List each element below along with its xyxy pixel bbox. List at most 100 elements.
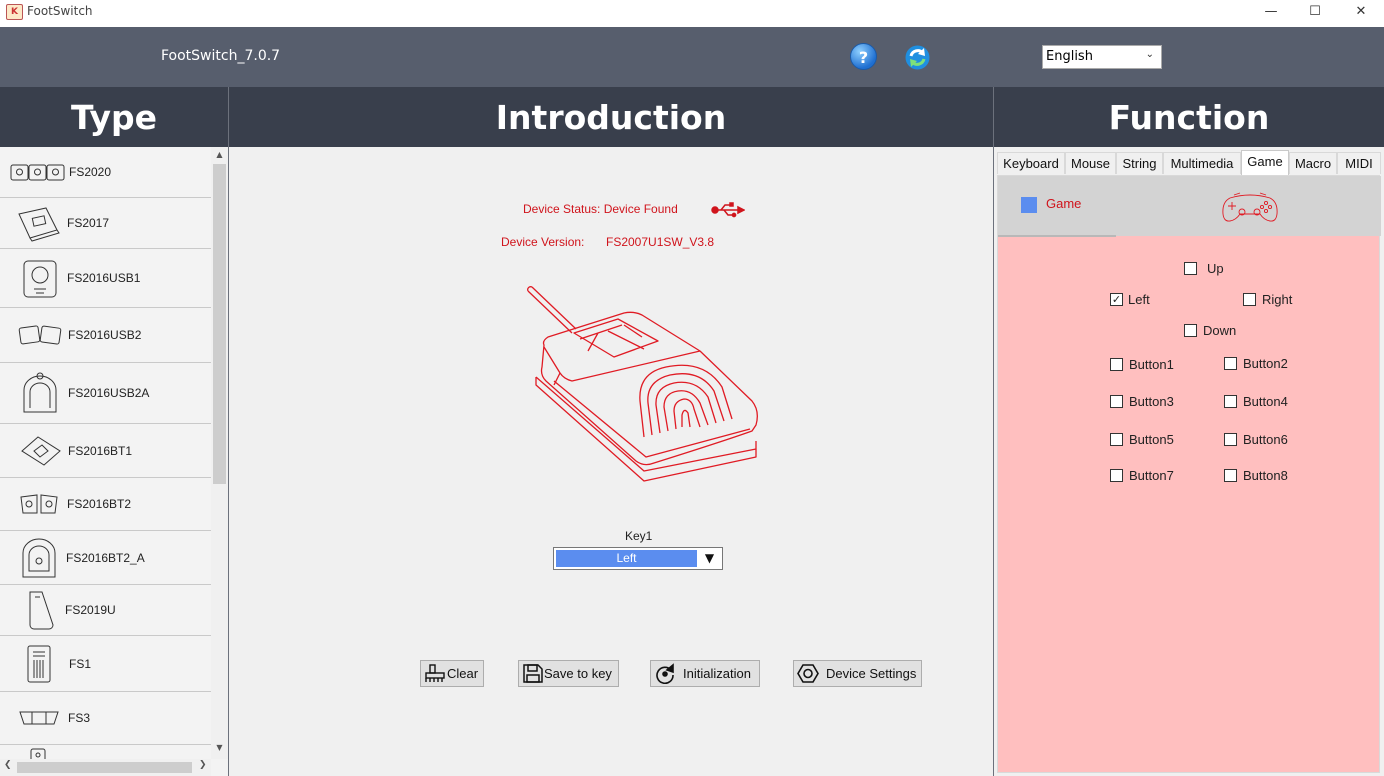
scroll-up-icon[interactable]: ▲ [211, 150, 228, 159]
window-title: FootSwitch [27, 4, 93, 18]
initialization-button[interactable]: Initialization [650, 660, 760, 687]
type-label: FS2017 [67, 216, 110, 230]
scrollbar-thumb[interactable] [213, 164, 226, 484]
left-checkbox[interactable]: ✓ [1110, 293, 1123, 306]
dropdown-arrow-icon[interactable]: ▼ [699, 550, 720, 567]
key-function-select[interactable]: Left ▼ [553, 547, 723, 570]
pedal-icon [23, 372, 57, 413]
pedal-icon [27, 645, 51, 682]
gamepad-icon [1222, 192, 1278, 222]
chevron-down-icon: ⌄ [1145, 49, 1154, 60]
scroll-down-icon[interactable]: ▼ [211, 743, 228, 752]
double-pedal-icon [20, 494, 58, 514]
pedal-icon [22, 538, 56, 577]
footswitch-app: K FootSwitch — ☐ ✕ FootSwitch_7.0.7 ? En… [0, 0, 1384, 776]
button6-label: Button6 [1243, 432, 1288, 447]
minimize-button[interactable]: — [1248, 0, 1294, 26]
button2-checkbox[interactable] [1224, 357, 1237, 370]
close-button[interactable]: ✕ [1338, 0, 1384, 26]
up-checkbox[interactable] [1184, 262, 1197, 275]
device-settings-button[interactable]: Device Settings [793, 660, 922, 687]
button1-checkbox[interactable] [1110, 358, 1123, 371]
language-value: English [1046, 49, 1093, 64]
down-label: Down [1203, 323, 1237, 338]
type-label: FS2016BT1 [68, 443, 133, 458]
type-item-fs2016usb1[interactable]: FS2016USB1 [0, 249, 211, 308]
button6-checkbox[interactable] [1224, 433, 1237, 446]
tab-multimedia[interactable]: Multimedia [1163, 152, 1241, 174]
type-label: FS2016BT2 [67, 497, 132, 511]
type-label: FS2016USB2 [68, 328, 142, 342]
type-label: FS3 [68, 711, 91, 725]
function-tabs: Keyboard Mouse String Multimedia Game Ma… [994, 150, 1384, 175]
scroll-left-icon[interactable]: ❮ [4, 760, 12, 770]
scroll-right-icon[interactable]: ❯ [199, 760, 207, 770]
button7-label: Button7 [1129, 468, 1174, 483]
app-version: FootSwitch_7.0.7 [161, 48, 281, 64]
clear-button[interactable]: Clear [420, 660, 484, 687]
pedal-icon [18, 207, 60, 242]
type-item-fs2016usb2[interactable]: FS2016USB2 [0, 308, 211, 363]
tab-macro[interactable]: Macro [1289, 152, 1337, 174]
button5-label: Button5 [1129, 432, 1174, 447]
button4-checkbox[interactable] [1224, 395, 1237, 408]
type-item-fs2016usb2a[interactable]: FS2016USB2A [0, 363, 211, 424]
triple-pedal-icon [19, 711, 59, 725]
type-item-fs1[interactable]: FS1 [0, 636, 211, 692]
device-version-value: FS2007U1SW_V3.8 [606, 235, 715, 249]
app-logo-icon: K [6, 4, 23, 20]
game-tab-panel: Game Up ✓ Left Right Down Button1 Button… [997, 175, 1381, 773]
pedal-icon [21, 435, 61, 466]
tab-mouse[interactable]: Mouse [1065, 152, 1116, 174]
type-item-fs2016bt2[interactable]: FS2016BT2 [0, 478, 211, 531]
reset-icon [656, 663, 674, 684]
left-label: Left [1128, 292, 1150, 307]
type-item-fs2016bt2a[interactable]: FS2016BT2_A [0, 531, 211, 585]
function-panel: Keyboard Mouse String Multimedia Game Ma… [994, 147, 1384, 776]
device-version-label: Device Version: [501, 235, 585, 249]
introduction-panel: Device Status: Device Found Device Versi… [229, 147, 993, 776]
right-checkbox[interactable] [1243, 293, 1256, 306]
button3-checkbox[interactable] [1110, 395, 1123, 408]
down-checkbox[interactable] [1184, 324, 1197, 337]
game-title: Game [1046, 196, 1082, 211]
maximize-button[interactable]: ☐ [1292, 0, 1338, 26]
button7-checkbox[interactable] [1110, 469, 1123, 482]
tab-game[interactable]: Game [1241, 150, 1289, 175]
save-to-key-label: Save to key [544, 666, 612, 681]
device-status: Device Status: Device Found [523, 202, 678, 216]
type-label: FS2016USB1 [67, 271, 141, 285]
refresh-icon[interactable] [904, 44, 931, 71]
button8-checkbox[interactable] [1224, 469, 1237, 482]
help-icon[interactable]: ? [850, 43, 877, 70]
settings-icon [797, 664, 819, 683]
type-item-fs2017[interactable]: FS2017 [0, 198, 211, 249]
tab-string[interactable]: String [1116, 152, 1163, 174]
key-function-value: Left [556, 550, 697, 567]
clear-label: Clear [447, 666, 479, 681]
type-label: FS1 [69, 656, 92, 671]
usb-icon [711, 202, 745, 218]
right-label: Right [1262, 292, 1293, 307]
tab-midi[interactable]: MIDI [1337, 152, 1381, 174]
game-color-swatch [1021, 197, 1037, 213]
type-item-fs2016bt1[interactable]: FS2016BT1 [0, 424, 211, 478]
button5-checkbox[interactable] [1110, 433, 1123, 446]
pedal-icon [29, 591, 54, 630]
tab-keyboard[interactable]: Keyboard [997, 152, 1065, 174]
language-select[interactable]: English ⌄ [1042, 45, 1162, 69]
save-to-key-button[interactable]: Save to key [518, 660, 619, 687]
game-header: Game [998, 176, 1381, 237]
introduction-heading: Introduction [229, 87, 993, 147]
scrollbar-thumb[interactable] [17, 762, 192, 773]
eraser-icon [425, 664, 445, 682]
initialization-label: Initialization [683, 666, 751, 681]
type-item-fs3[interactable]: FS3 [0, 692, 211, 745]
type-item-fs2019u[interactable]: FS2019U [0, 585, 211, 636]
key-label: Key1 [625, 529, 653, 543]
type-item-fs2020[interactable]: FS2020 [0, 147, 211, 198]
type-list-horizontal-scrollbar[interactable]: ❮ ❯ [0, 759, 211, 776]
type-list-vertical-scrollbar[interactable]: ▲ ▼ [211, 147, 228, 759]
type-heading: Type [0, 87, 228, 147]
device-settings-label: Device Settings [826, 666, 917, 681]
